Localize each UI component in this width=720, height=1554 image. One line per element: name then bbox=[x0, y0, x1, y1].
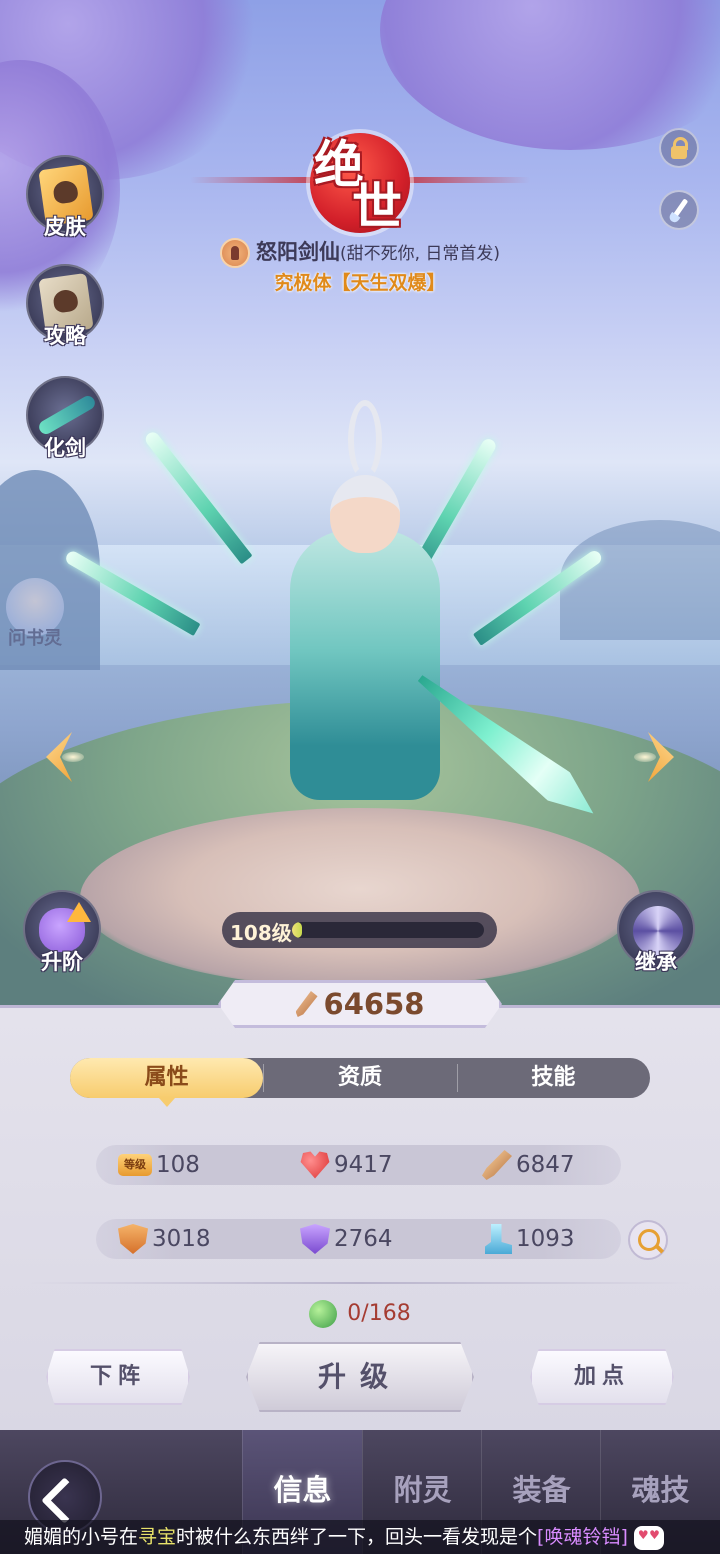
level-up-button[interactable]: 升级 bbox=[246, 1342, 474, 1412]
hero-note: (甜不死你, 日常首发) bbox=[339, 244, 501, 264]
exp-orb-icon bbox=[309, 1300, 338, 1328]
guide-button[interactable]: 攻略 bbox=[25, 264, 105, 350]
stat-defense-value: 3018 bbox=[152, 1226, 211, 1252]
combat-power: 64658 bbox=[218, 980, 502, 1028]
inherit-button[interactable]: 继承 bbox=[616, 890, 696, 976]
skin-button[interactable]: 皮肤 bbox=[25, 155, 105, 241]
hair-bun bbox=[348, 400, 382, 480]
shield-icon bbox=[118, 1224, 148, 1254]
next-hero-button[interactable] bbox=[628, 722, 698, 792]
hero-name: 怒阳剑仙 bbox=[255, 240, 340, 264]
level-label: 108级 bbox=[230, 921, 292, 945]
prev-hero-button[interactable] bbox=[22, 722, 92, 792]
sword-transform-label: 化剑 bbox=[44, 436, 86, 460]
combat-power-value: 64658 bbox=[323, 987, 425, 1021]
stat-level-value: 108 bbox=[156, 1152, 200, 1178]
hero-name-line: 怒阳剑仙(甜不死你, 日常首发) bbox=[0, 236, 720, 268]
npc-label: 问书灵 bbox=[8, 628, 62, 649]
ticker-text-1: 媚媚的小号在 bbox=[24, 1526, 139, 1548]
stat-attack: 6847 bbox=[482, 1149, 575, 1181]
level-fill bbox=[292, 922, 302, 938]
hero-robe bbox=[290, 530, 440, 800]
magnifier-icon[interactable] bbox=[628, 1220, 668, 1260]
level-track bbox=[292, 922, 484, 938]
ticker-highlight: 寻宝 bbox=[138, 1526, 177, 1548]
stat-level: 等级 108 bbox=[118, 1149, 200, 1181]
level-tag-icon: 等级 bbox=[118, 1154, 152, 1176]
ticker-text-2: 时被什么东西绊了一下，回头一看发现是个 bbox=[176, 1526, 538, 1548]
stat-defense: 3018 bbox=[118, 1223, 211, 1255]
sword-icon bbox=[36, 393, 98, 437]
tab-skills[interactable]: 技能 bbox=[456, 1058, 650, 1098]
sparkle bbox=[62, 752, 84, 762]
rarity-emblem: 绝 世 bbox=[190, 125, 530, 236]
sword-icon bbox=[482, 1150, 512, 1180]
npc-book-spirit[interactable]: 问书灵 bbox=[0, 578, 70, 650]
exp-counter: 0/168 bbox=[0, 1300, 720, 1328]
hero-character[interactable] bbox=[63, 360, 610, 830]
stat-row-1: 等级 108 9417 6847 bbox=[96, 1145, 621, 1185]
divider bbox=[30, 1282, 690, 1284]
lock-icon[interactable] bbox=[659, 128, 699, 168]
stat-attack-value: 6847 bbox=[516, 1152, 575, 1178]
sword-transform-button[interactable]: 化剑 bbox=[25, 376, 105, 462]
rank-up-button[interactable]: 升阶 bbox=[22, 890, 102, 976]
stat-hp-value: 9417 bbox=[334, 1152, 393, 1178]
up-arrow-icon bbox=[67, 902, 91, 922]
emblem-char-2: 世 bbox=[352, 177, 402, 236]
emoji-icon bbox=[633, 1525, 664, 1550]
hero-subtitle: 究极体【天生双爆】 bbox=[274, 272, 446, 294]
floating-blade bbox=[472, 548, 604, 646]
sword-icon bbox=[295, 991, 318, 1017]
stat-speed-value: 1093 bbox=[516, 1226, 575, 1252]
heart-icon bbox=[300, 1151, 330, 1179]
add-points-button[interactable]: 加点 bbox=[530, 1349, 674, 1405]
off-lineup-button[interactable]: 下阵 bbox=[46, 1349, 190, 1405]
rank-up-label: 升阶 bbox=[41, 950, 83, 974]
hero-head bbox=[330, 475, 400, 553]
hero-class-icon bbox=[219, 238, 250, 268]
tab-attributes[interactable]: 属性 bbox=[70, 1058, 264, 1107]
guide-label: 攻略 bbox=[44, 324, 86, 348]
ticker-item: [唤魂铃铛] bbox=[537, 1526, 628, 1548]
chat-ticker[interactable]: 媚媚的小号在寻宝时被什么东西绊了一下，回头一看发现是个[唤魂铃铛] bbox=[0, 1520, 720, 1554]
stat-row-2: 3018 2764 1093 bbox=[96, 1219, 621, 1259]
stat-magic-defense-value: 2764 bbox=[334, 1226, 393, 1252]
sparkle bbox=[634, 752, 656, 762]
exp-value: 0/168 bbox=[347, 1301, 411, 1326]
stat-hp: 9417 bbox=[300, 1149, 393, 1181]
boot-icon bbox=[485, 1224, 512, 1254]
stat-speed: 1093 bbox=[482, 1223, 575, 1255]
inherit-label: 继承 bbox=[635, 950, 677, 974]
skin-label: 皮肤 bbox=[44, 215, 86, 239]
magic-shield-icon bbox=[300, 1224, 330, 1254]
level-progress-bar: 108级 bbox=[222, 912, 497, 948]
brush-icon[interactable] bbox=[659, 190, 699, 230]
stat-magic-defense: 2764 bbox=[300, 1223, 393, 1255]
stone-platform bbox=[80, 808, 640, 988]
panel-tabs: 属性 资质 技能 bbox=[70, 1058, 650, 1107]
tab-aptitude[interactable]: 资质 bbox=[263, 1058, 456, 1098]
